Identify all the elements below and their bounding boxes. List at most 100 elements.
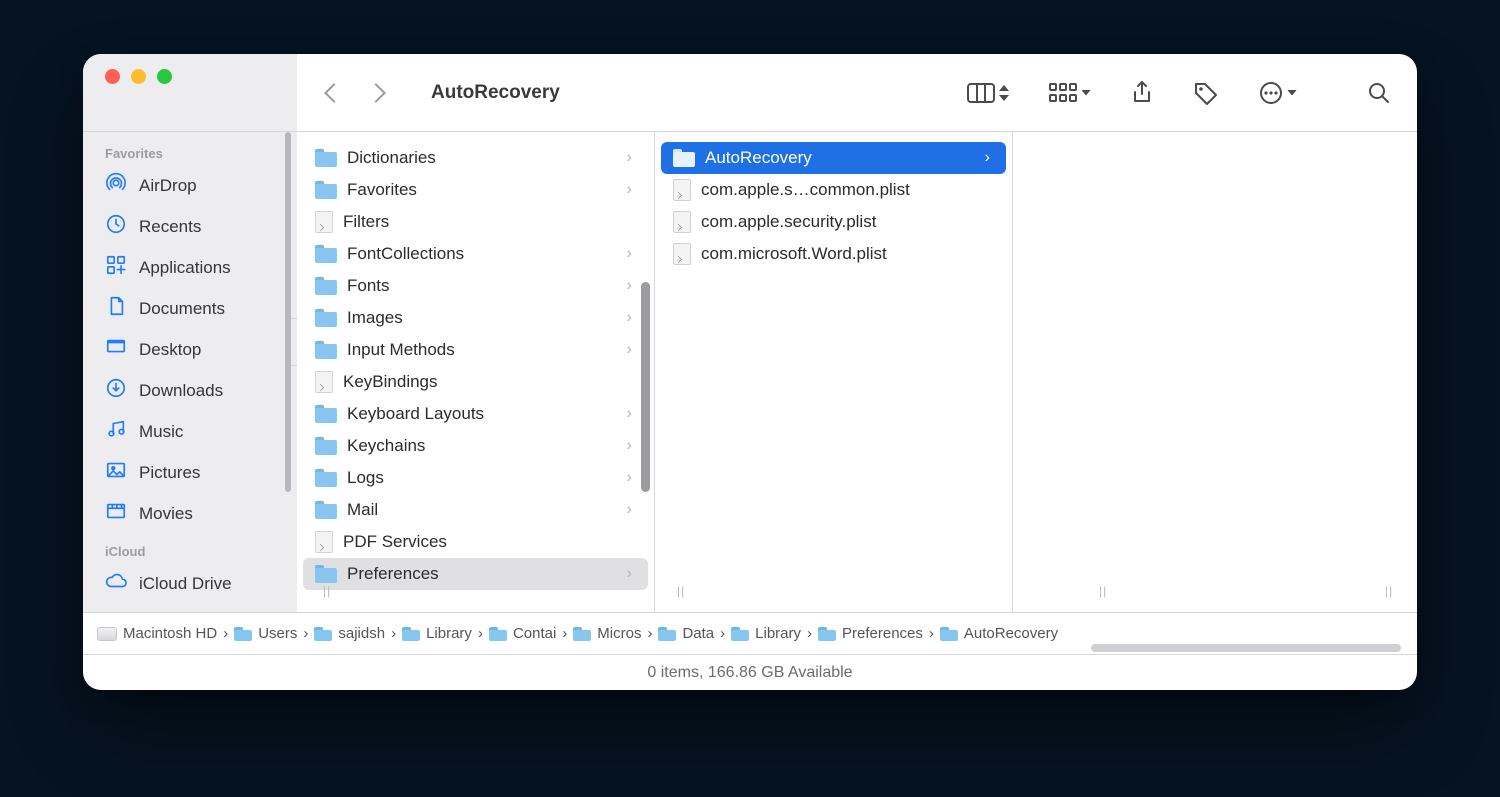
sidebar-section-header: Favorites [83,136,297,165]
horizontal-scrollbar[interactable] [1091,644,1401,652]
folder-icon [315,309,337,327]
forward-button[interactable] [366,83,386,103]
item-label: FontCollections [347,244,617,264]
folder-row-keychains[interactable]: Keychains› [303,430,648,462]
folder-row-autorecovery[interactable]: AutoRecovery› [661,142,1006,174]
search-button[interactable] [1367,81,1391,105]
sidebar-section-header: Locations [83,604,297,612]
share-button[interactable] [1131,80,1153,106]
path-crumb[interactable]: Preferences [818,625,923,642]
path-crumb[interactable]: Micros [573,625,641,642]
folder-icon [315,469,337,487]
sidebar-item-downloads[interactable]: Downloads [83,370,297,411]
sidebar-item-desktop[interactable]: Desktop [83,329,297,370]
file-icon [315,371,333,393]
path-crumb[interactable]: Library [402,625,472,642]
folder-row-input-methods[interactable]: Input Methods› [303,334,648,366]
view-columns-button[interactable] [967,83,1009,103]
doc-icon [105,295,127,322]
sidebar-section-header: iCloud [83,534,297,563]
path-crumb[interactable]: Macintosh HD [97,625,217,642]
column-scrollbar[interactable] [641,282,650,492]
sidebar-item-label: Desktop [139,340,201,360]
group-by-button[interactable] [1049,83,1091,103]
window-title: AutoRecovery [431,82,560,104]
sidebar: Favorites AirDrop Recents Applications Docum… [83,132,297,612]
sidebar-item-label: Applications [139,258,231,278]
close-window-button[interactable] [105,69,120,84]
sidebar-item-label: Documents [139,299,225,319]
pictures-icon [105,459,127,486]
back-button[interactable] [324,83,344,103]
file-icon [673,179,691,201]
sidebar-item-recents[interactable]: Recents [83,206,297,247]
sidebar-item-music[interactable]: Music [83,411,297,452]
item-label: Filters [343,212,632,232]
sidebar-item-label: AirDrop [139,176,197,196]
chevron-right-icon: › [720,625,725,642]
file-row-filters[interactable]: Filters [303,206,648,238]
folder-row-dictionaries[interactable]: Dictionaries› [303,142,648,174]
folder-icon [940,627,958,641]
item-label: Images [347,308,617,328]
minimize-window-button[interactable] [131,69,146,84]
file-row-com-apple-security-plist[interactable]: com.apple.security.plist [661,206,1006,238]
column-resize-handle[interactable]: || [323,584,341,602]
folder-row-preferences[interactable]: Preferences› [303,558,648,590]
folder-icon [315,149,337,167]
more-actions-button[interactable] [1259,81,1297,105]
item-label: Logs [347,468,617,488]
path-label: Users [258,625,297,642]
file-row-pdf-services[interactable]: PDF Services [303,526,648,558]
sidebar-item-label: Music [139,422,183,442]
file-row-keybindings[interactable]: KeyBindings [303,366,648,398]
tags-button[interactable] [1193,81,1219,105]
path-label: AutoRecovery [964,625,1058,642]
status-text: 0 items, 166.86 GB Available [647,664,852,682]
column-resize-handle[interactable]: || [1099,584,1117,602]
item-label: Keychains [347,436,617,456]
folder-icon [818,627,836,641]
airdrop-icon [105,172,127,199]
path-crumb[interactable]: Library [731,625,801,642]
zoom-window-button[interactable] [157,69,172,84]
file-row-com-apple-s-common-plist[interactable]: com.apple.s…common.plist [661,174,1006,206]
path-crumb[interactable]: sajidsh [314,625,385,642]
chevron-right-icon: › [627,501,632,519]
folder-row-fontcollections[interactable]: FontCollections › [303,238,648,270]
sidebar-item-documents[interactable]: Documents [83,288,297,329]
chevron-right-icon: › [627,245,632,263]
path-label: Macintosh HD [123,625,217,642]
sidebar-item-pictures[interactable]: Pictures [83,452,297,493]
sidebar-item-movies[interactable]: Movies [83,493,297,534]
folder-row-favorites[interactable]: Favorites› [303,174,648,206]
sidebar-item-icloud-drive[interactable]: iCloud Drive [83,563,297,604]
folder-row-mail[interactable]: Mail› [303,494,648,526]
folder-row-fonts[interactable]: Fonts› [303,270,648,302]
column-resize-handle[interactable]: || [677,584,695,602]
sidebar-scrollbar[interactable] [285,132,291,492]
folder-icon [314,627,332,641]
path-crumb[interactable]: Users [234,625,297,642]
sidebar-item-label: Pictures [139,463,200,483]
path-crumb[interactable]: AutoRecovery [940,625,1058,642]
chevron-right-icon: › [929,625,934,642]
folder-row-images[interactable]: Images› [303,302,648,334]
folder-row-keyboard-layouts[interactable]: Keyboard Layouts› [303,398,648,430]
sidebar-item-airdrop[interactable]: AirDrop [83,165,297,206]
apps-icon [105,254,127,281]
music-icon [105,418,127,445]
chevron-right-icon: › [627,181,632,199]
chevron-right-icon: › [627,565,632,583]
file-row-com-microsoft-word-plist[interactable]: com.microsoft.Word.plist [661,238,1006,270]
folder-icon [315,277,337,295]
item-label: com.apple.security.plist [701,212,990,232]
column-resize-handle[interactable]: || [1385,584,1403,602]
path-crumb[interactable]: Data [658,625,714,642]
path-crumb[interactable]: Contai [489,625,556,642]
movies-icon [105,500,127,527]
folder-row-logs[interactable]: Logs› [303,462,648,494]
sidebar-item-applications[interactable]: Applications [83,247,297,288]
file-icon [315,211,333,233]
item-label: Dictionaries [347,148,617,168]
